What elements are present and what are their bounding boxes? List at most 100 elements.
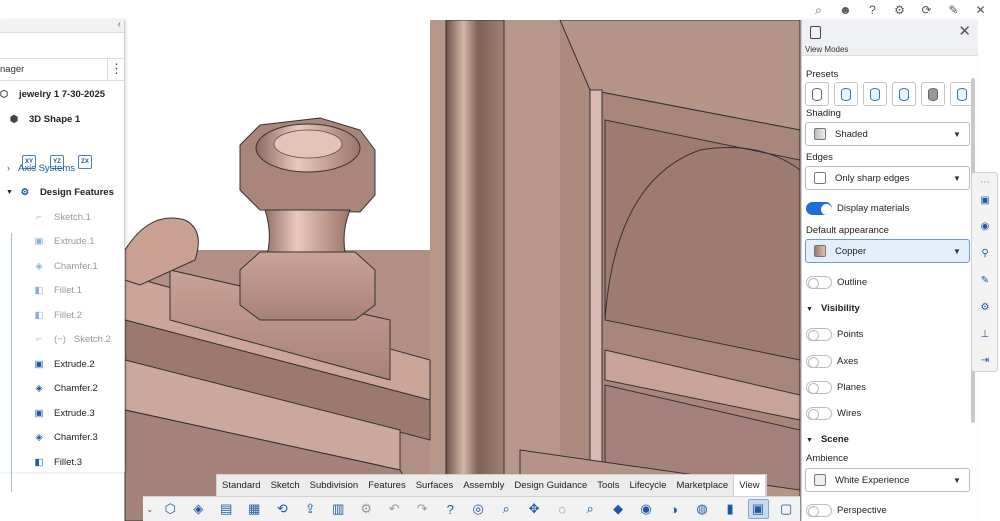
measure-icon[interactable]: ⚲ — [979, 248, 991, 260]
tree-item-extrude-2[interactable]: ▣ Extrude.2 — [33, 353, 95, 375]
rotate-icon[interactable]: ◎ — [468, 499, 489, 519]
preset-shaded-edges-button[interactable] — [863, 82, 887, 106]
scene-section[interactable]: ▼ Scene — [806, 434, 849, 445]
preset-shaded-button[interactable] — [834, 82, 858, 106]
axes-label: Axes — [837, 356, 859, 367]
help-icon[interactable]: ? — [859, 0, 886, 20]
edges-dropdown[interactable]: Only sharp edges ▼ — [805, 166, 970, 190]
outline-toggle[interactable] — [806, 276, 832, 289]
display-mode-icon[interactable]: ▢ — [776, 499, 797, 519]
feature-tree-panel: ‹ nager ⋮ ⬡ jewelry 1 7-30-2025 ⬢ 3D Sha… — [0, 19, 125, 492]
zx-plane-icon[interactable]: ZX — [78, 155, 92, 169]
tree-item-chamfer-1[interactable]: ◈ Chamfer.1 — [33, 255, 97, 277]
undo-icon[interactable]: ↶ — [384, 499, 405, 519]
3d-shape-icon[interactable]: ⬡ — [160, 499, 181, 519]
pan-icon[interactable]: ✥ — [524, 499, 545, 519]
section-view-icon[interactable]: ▮ — [720, 499, 741, 519]
tree-item-chamfer-3[interactable]: ◈ Chamfer.3 — [33, 426, 97, 448]
exit-icon[interactable]: ⇥ — [979, 355, 991, 367]
appearance-icon[interactable]: ◉ — [979, 221, 991, 233]
default-appearance-dropdown[interactable]: Copper ▼ — [805, 239, 970, 263]
close-icon[interactable]: ✕ — [967, 0, 994, 20]
visibility-icon[interactable]: ◉ — [636, 499, 657, 519]
preset-dark-button[interactable] — [921, 82, 945, 106]
tab-sketch[interactable]: Sketch — [266, 475, 305, 497]
properties-icon[interactable]: ▥ — [328, 499, 349, 519]
view-cube-icon[interactable]: ◆ — [608, 499, 629, 519]
tab-lifecycle[interactable]: Lifecycle — [624, 475, 671, 497]
save-icon[interactable]: ▤ — [216, 499, 237, 519]
wires-toggle[interactable] — [806, 407, 832, 420]
tab-design-guidance[interactable]: Design Guidance — [509, 475, 592, 497]
chamfer-icon: ◈ — [35, 431, 43, 443]
gear-icon[interactable]: ⚙ — [886, 0, 913, 20]
options-icon[interactable]: ⚙ — [356, 499, 377, 519]
display-icon[interactable]: ▣ — [979, 195, 991, 207]
tree-item-chamfer-2[interactable]: ◈ Chamfer.2 — [33, 377, 97, 399]
materials-icon[interactable]: ◍ — [692, 499, 713, 519]
tab-view[interactable]: View — [733, 475, 766, 497]
visibility-section[interactable]: ▼ Visibility — [806, 303, 860, 314]
points-toggle[interactable] — [806, 328, 832, 341]
tab-features[interactable]: Features — [363, 475, 411, 497]
tree-item-sketch-2[interactable]: ⌐ (−) Sketch.2 — [33, 328, 111, 350]
render-icon[interactable]: ◑ — [664, 499, 685, 519]
search-icon[interactable]: ⌕ — [805, 0, 832, 20]
chevron-down-icon: ▼ — [953, 173, 961, 183]
planes-toggle[interactable] — [806, 381, 832, 394]
tree-item-extrude-1[interactable]: ▣ Extrude.1 — [33, 230, 95, 252]
panel-title: View Modes — [805, 45, 849, 54]
settings-icon[interactable]: ⚙ — [979, 302, 991, 314]
preset-hidden-lines-button[interactable] — [892, 82, 916, 106]
tab-subdivision[interactable]: Subdivision — [305, 475, 364, 497]
tab-assembly[interactable]: Assembly — [458, 475, 509, 497]
edit-icon[interactable]: ✎ — [979, 275, 991, 287]
close-panel-button[interactable]: ✕ — [958, 22, 971, 40]
edges-value: Only sharp edges — [835, 172, 910, 184]
zoom-area-icon[interactable]: ⌕ — [580, 499, 601, 519]
pin-icon[interactable]: ✎ — [940, 0, 967, 20]
preset-wireframe-button[interactable] — [805, 82, 829, 106]
zoom-icon[interactable]: ⌕ — [496, 499, 517, 519]
axes-toggle[interactable] — [806, 355, 832, 368]
view-modes-icon[interactable]: ▣ — [747, 499, 769, 519]
part-icon[interactable]: ◈ — [188, 499, 209, 519]
tab-standard[interactable]: Standard — [217, 475, 266, 497]
ambience-dropdown[interactable]: White Experience ▼ — [805, 468, 970, 492]
constraint-icon[interactable]: ⊥ — [979, 329, 991, 341]
tree-item-design-features[interactable]: ▼ ⚙ Design Features — [6, 181, 114, 203]
perspective-toggle[interactable] — [806, 504, 832, 517]
tab-surfaces[interactable]: Surfaces — [411, 475, 459, 497]
user-icon[interactable]: ☻ — [832, 0, 859, 20]
tree-item-fillet-3[interactable]: ◧ Fillet.3 — [33, 451, 82, 473]
more-icon[interactable]: ⋯ — [979, 177, 991, 189]
tab-marketplace[interactable]: Marketplace — [671, 475, 733, 497]
planes-label: Planes — [837, 382, 867, 393]
expand-toolbar-icon[interactable]: ⌄ — [143, 505, 156, 514]
tree-item-root[interactable]: ⬡ jewelry 1 7-30-2025 — [0, 83, 105, 105]
tree-item-label: Sketch.2 — [73, 333, 111, 345]
look-at-icon[interactable]: ◌ — [552, 499, 573, 519]
edges-label: Edges — [806, 152, 833, 163]
refresh-icon[interactable]: ⟳ — [913, 0, 940, 20]
tree-item-extrude-3[interactable]: ▣ Extrude.3 — [33, 402, 95, 424]
shading-dropdown[interactable]: Shaded ▼ — [805, 122, 970, 146]
tree-item-3d-shape[interactable]: ⬢ 3D Shape 1 — [8, 108, 80, 130]
points-label: Points — [837, 329, 864, 340]
tree-item-sketch-1[interactable]: ⌐ Sketch.1 — [33, 206, 91, 228]
material-icon — [814, 245, 826, 257]
tree-item-label: Fillet.1 — [54, 284, 82, 296]
redo-icon[interactable]: ↷ — [412, 499, 433, 519]
tree-item-fillet-2[interactable]: ◧ Fillet.2 — [33, 304, 82, 326]
chevron-down-icon: ▼ — [953, 246, 961, 256]
tree-item-fillet-1[interactable]: ◧ Fillet.1 — [33, 279, 82, 301]
display-materials-toggle[interactable] — [806, 202, 832, 215]
help-button-icon[interactable]: ? — [440, 499, 461, 519]
update-icon[interactable]: ⟲ — [272, 499, 293, 519]
tree-item-axis-systems[interactable]: › Axis Systems — [7, 157, 75, 179]
tab-tools[interactable]: Tools — [592, 475, 624, 497]
save-as-icon[interactable]: ▦ — [244, 499, 265, 519]
collapse-tree-button[interactable]: ‹ — [0, 19, 124, 33]
kebab-menu-icon[interactable]: ⋮ — [107, 58, 125, 81]
share-icon[interactable]: ⇪ — [300, 499, 321, 519]
